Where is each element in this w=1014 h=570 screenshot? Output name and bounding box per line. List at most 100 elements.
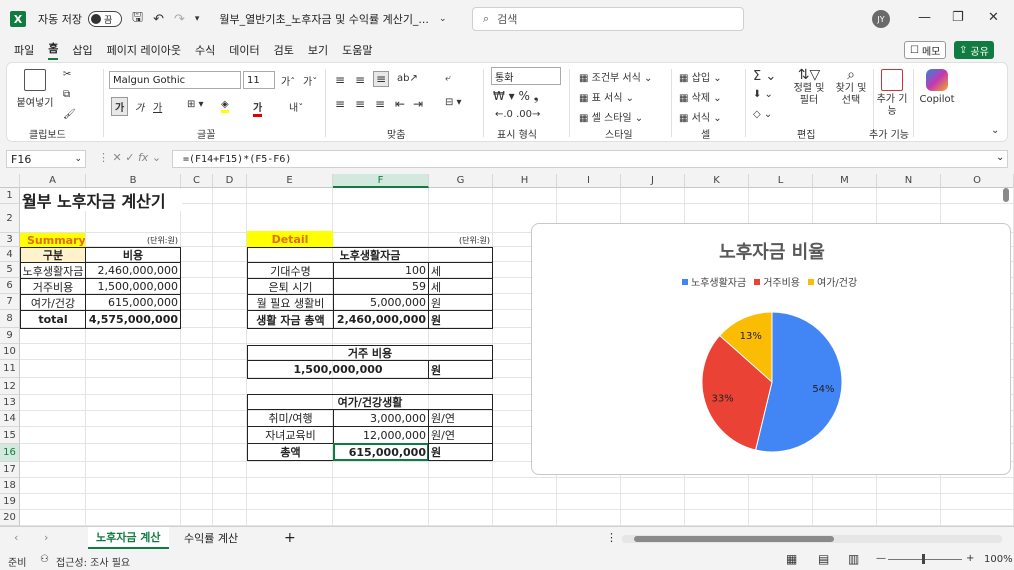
sheet-tab[interactable]: 수익률 계산 (176, 527, 246, 549)
formula-input[interactable]: =(F14+F15)*(F5-F6) (172, 150, 1008, 168)
living-row-unit[interactable]: 세 (428, 262, 493, 279)
normal-view-icon[interactable]: ▦ (786, 552, 797, 566)
row-header[interactable]: 4 (0, 247, 20, 262)
delete-cells-button[interactable]: ▦ 삭제 ⌄ (679, 89, 722, 104)
living-total-unit[interactable]: 원 (428, 310, 493, 329)
column-header[interactable]: K (685, 174, 749, 188)
column-header[interactable]: E (247, 174, 333, 188)
page-break-icon[interactable]: ▥ (848, 552, 859, 566)
row-header[interactable]: 16 (0, 444, 20, 462)
row-header[interactable]: 7 (0, 294, 20, 310)
fill-icon[interactable]: ⬇ ⌄ (753, 89, 773, 100)
search-input[interactable]: ⌕ 검색 (472, 7, 744, 31)
living-row-label[interactable]: 월 필요 생활비 (247, 294, 334, 311)
leisure-header[interactable]: 여가/건강생활 (247, 394, 493, 410)
leisure-row-value[interactable]: 12,000,000 (333, 426, 429, 444)
addins-button[interactable]: 추가 기능 (875, 69, 909, 118)
leisure-row-value[interactable]: 3,000,000 (333, 409, 429, 427)
row-header[interactable]: 11 (0, 360, 20, 378)
format-painter-icon[interactable]: 🖌 (63, 109, 76, 120)
decrease-indent-icon[interactable]: ⇤ (395, 97, 405, 111)
avatar[interactable]: JY (872, 10, 890, 28)
minimize-icon[interactable]: — (918, 10, 931, 25)
accessibility-icon[interactable]: ⚇ (40, 554, 49, 565)
column-header[interactable]: J (621, 174, 685, 188)
grow-font-icon[interactable]: 가ˆ (281, 73, 295, 88)
align-bottom-icon[interactable]: ≡ (373, 71, 390, 87)
copilot-button[interactable]: Copilot (917, 69, 957, 105)
redo-icon[interactable]: ↷ (174, 12, 185, 27)
zoom-slider[interactable] (888, 559, 962, 560)
prev-sheet-icon[interactable]: ‹ (14, 531, 18, 544)
housing-header[interactable]: 거주 비용 (247, 345, 493, 361)
accessibility-status[interactable]: 접근성: 조사 필요 (56, 554, 130, 569)
zoom-level[interactable]: 100% (984, 554, 1013, 565)
align-left-icon[interactable]: ≡ (335, 97, 345, 111)
zoom-in-icon[interactable]: + (966, 553, 974, 564)
ribbon-tab[interactable]: 수식 (195, 42, 215, 58)
row-header[interactable]: 20 (0, 510, 20, 526)
column-header[interactable]: I (557, 174, 621, 188)
ribbon-tab[interactable]: 페이지 레이아웃 (107, 42, 181, 58)
cell-style-button[interactable]: ▦ 셀 스타일 ⌄ (579, 109, 643, 124)
number-format-select[interactable]: 통화 (491, 67, 561, 85)
zoom-slider-thumb[interactable] (922, 554, 925, 564)
ribbon-tab[interactable]: 파일 (14, 42, 34, 58)
align-top-icon[interactable]: ≡ (335, 73, 345, 87)
leisure-row-label[interactable]: 자녀교육비 (247, 426, 334, 444)
align-middle-icon[interactable]: ≡ (355, 73, 365, 87)
undo-icon[interactable]: ↶ (153, 12, 164, 27)
unit-label-left[interactable]: (단위:원) (120, 233, 180, 247)
living-row-value[interactable]: 59 (333, 278, 429, 295)
housing-value[interactable]: 1,500,000,000 (247, 360, 429, 379)
row-header[interactable]: 8 (0, 310, 20, 328)
vertical-scrollbar[interactable] (1002, 186, 1010, 526)
underline-button[interactable]: 가 (153, 99, 162, 114)
row-header[interactable]: 14 (0, 411, 20, 427)
expand-formula-icon[interactable]: ⌄ (996, 152, 1004, 163)
align-right-icon[interactable]: ≡ (375, 97, 385, 111)
font-color-icon[interactable]: 가 (253, 99, 263, 117)
format-cells-button[interactable]: ▦ 서식 ⌄ (679, 109, 722, 124)
leisure-total-value[interactable]: 615,000,000 (333, 443, 429, 461)
increase-indent-icon[interactable]: ⇥ (413, 97, 423, 111)
unit-label-right[interactable]: (단위:원) (430, 233, 492, 247)
wrap-text-icon[interactable]: ⤶ (445, 73, 451, 84)
zoom-out-icon[interactable]: — (876, 553, 886, 564)
conditional-format-button[interactable]: ▦ 조건부 서식 ⌄ (579, 69, 652, 84)
customize-qat-icon[interactable]: ▾ (195, 14, 200, 24)
paste-button[interactable]: 붙여넣기 (15, 69, 55, 109)
living-row-label[interactable]: 은퇴 시기 (247, 278, 334, 295)
row-header[interactable]: 3 (0, 233, 20, 247)
column-header[interactable]: C (181, 174, 213, 188)
column-header[interactable]: G (429, 174, 493, 188)
leisure-row-label[interactable]: 취미/여행 (247, 409, 334, 427)
page-layout-icon[interactable]: ▤ (818, 552, 829, 566)
autosum-icon[interactable]: Σ ⌄ (753, 69, 776, 84)
ribbon-tab[interactable]: 도움말 (342, 42, 372, 58)
ribbon-tab[interactable]: 검토 (274, 42, 294, 58)
shrink-font-icon[interactable]: 가ˇ (303, 73, 317, 88)
share-button[interactable]: ⇪ 공유 (954, 41, 994, 59)
sheet-tab[interactable]: 노후자금 계산 (88, 527, 169, 549)
leisure-total-label[interactable]: 총액 (247, 443, 334, 461)
save-icon[interactable]: 🖫 (132, 8, 143, 30)
find-select-button[interactable]: ⌕ 찾기 및 선택 (831, 68, 871, 107)
chevron-down-icon[interactable]: ⌄ (439, 14, 447, 24)
row-header[interactable]: 15 (0, 427, 20, 444)
borders-icon[interactable]: ⊞ ▾ (187, 99, 204, 110)
italic-button[interactable]: 가 (135, 99, 144, 114)
orientation-icon[interactable]: ab↗ (397, 73, 418, 84)
add-sheet-icon[interactable]: + (284, 530, 296, 546)
row-header[interactable]: 19 (0, 494, 20, 510)
font-size-select[interactable]: 11 (243, 71, 275, 89)
copy-icon[interactable]: ⧉ (63, 89, 70, 100)
summary-header-cost[interactable]: 비용 (85, 247, 181, 263)
row-header[interactable]: 10 (0, 344, 20, 360)
living-total-value[interactable]: 2,460,000,000 (333, 310, 429, 329)
horizontal-scrollbar[interactable] (622, 535, 1002, 543)
living-row-value[interactable]: 5,000,000 (333, 294, 429, 311)
column-header[interactable]: L (749, 174, 813, 188)
ribbon-tab[interactable]: 삽입 (72, 42, 92, 58)
summary-row-label[interactable]: 노후생활자금 (20, 262, 86, 279)
